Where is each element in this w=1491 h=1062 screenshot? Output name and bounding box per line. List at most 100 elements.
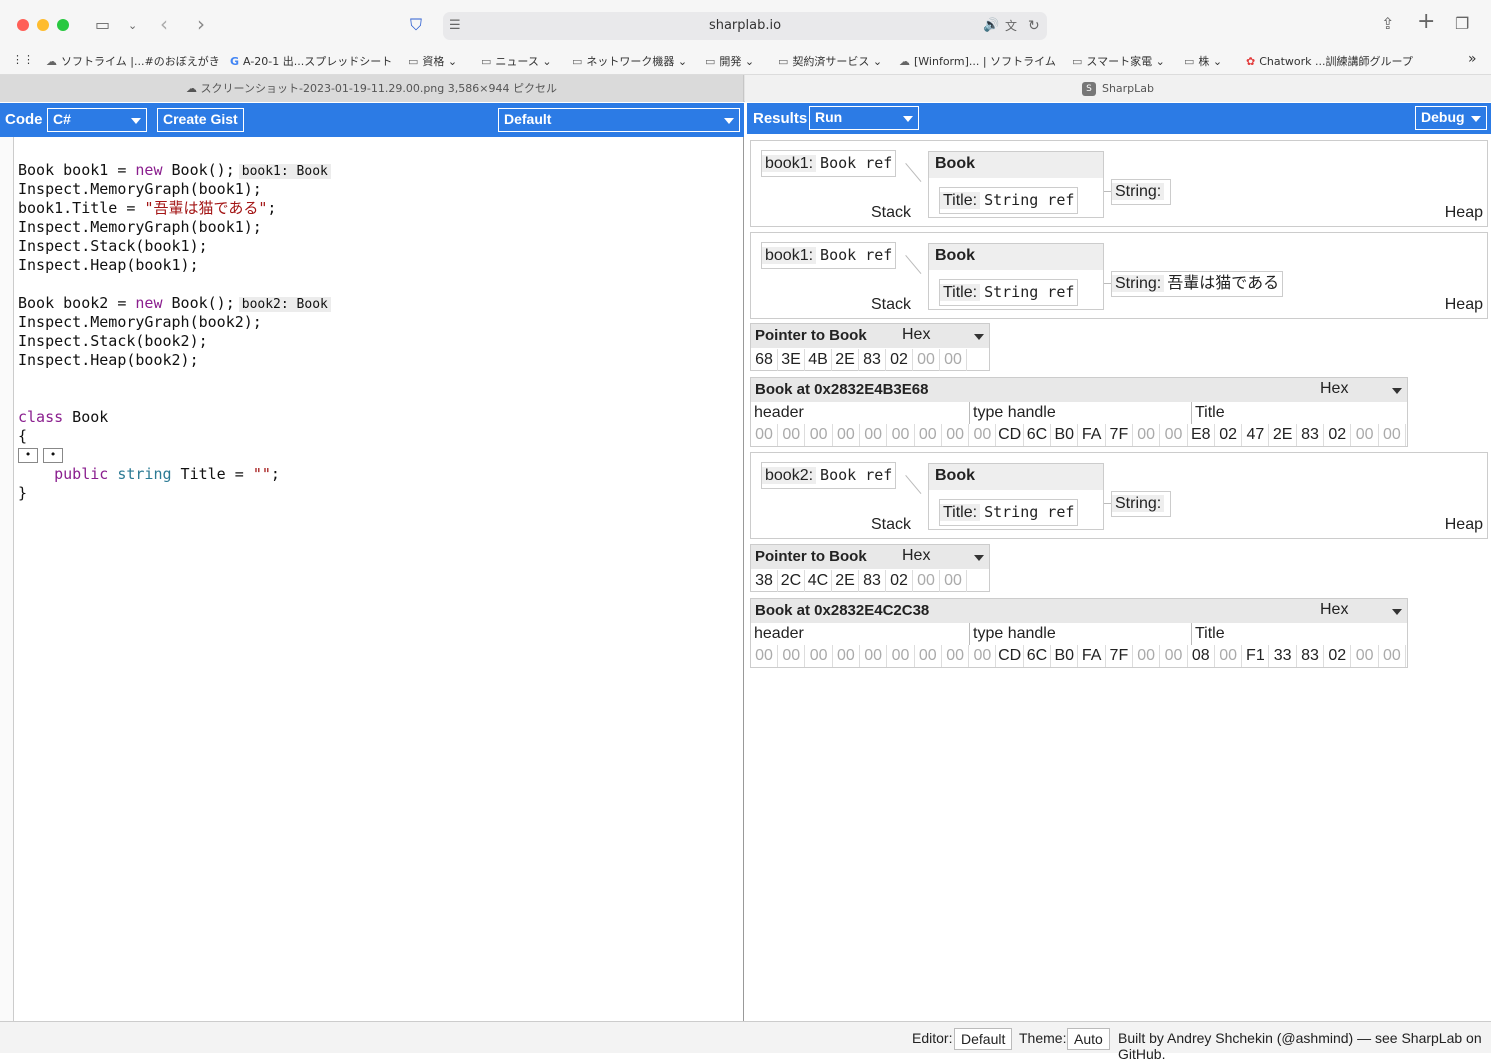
tab-overview-icon[interactable]: ❐	[1455, 14, 1469, 34]
memory-byte: 00	[860, 645, 888, 667]
translate-icon[interactable]: 文	[1005, 16, 1017, 36]
memory-byte: 00	[942, 645, 970, 667]
shield-icon[interactable]: ⛉	[410, 15, 422, 35]
code-token: class	[18, 408, 64, 426]
new-tab-icon[interactable]: +	[1417, 11, 1435, 33]
share-icon[interactable]: ⇪	[1381, 14, 1394, 34]
bookmark-folder[interactable]: ▭ ニュース ⌄	[481, 53, 552, 69]
bookmark-folder[interactable]: ▭ 株 ⌄	[1184, 53, 1222, 69]
memory-byte: 00	[1352, 424, 1379, 446]
sidebar-toggle-icon[interactable]: ▭	[95, 15, 110, 35]
bookmark-item[interactable]: ☁ ソフトライム |...#のおぼえがき	[46, 53, 220, 69]
code-line: Inspect.MemoryGraph(book1);	[18, 218, 331, 237]
bookmark-item[interactable]: ☁ [Winform]... | ソフトライム	[899, 53, 1056, 69]
bookmark-folder[interactable]: ▭ 資格 ⌄	[408, 53, 457, 69]
code-line: }	[18, 484, 331, 503]
bookmark-label: ニュース	[495, 55, 539, 68]
memory-byte: 00	[806, 424, 833, 446]
memory-byte: 83	[859, 349, 886, 371]
format-select[interactable]: Hex	[902, 326, 930, 344]
code-line: Inspect.Heap(book1);	[18, 256, 331, 275]
tab-sharplab[interactable]: S SharpLab	[745, 75, 1491, 102]
stack-label: Stack	[871, 204, 912, 221]
code-token: Book book1 =	[18, 161, 136, 179]
zoom-window-button[interactable]	[57, 19, 69, 31]
pointer-title: Pointer to Book	[755, 548, 867, 565]
folder-icon: ▭	[1072, 55, 1083, 68]
speaker-icon[interactable]: 🔊	[983, 16, 999, 36]
mode-select[interactable]: Run	[809, 106, 919, 130]
tab-label: SharpLab	[1101, 82, 1155, 95]
tab-screenshot[interactable]: ☁ スクリーンショット-2023-01-19-11.29.00.png 3,58…	[0, 75, 744, 102]
close-window-button[interactable]	[17, 19, 29, 31]
bookmark-folder[interactable]: ▭ 開発 ⌄	[705, 53, 754, 69]
more-bookmarks-icon[interactable]: »	[1468, 51, 1477, 67]
cloud-icon: ☁	[46, 55, 57, 68]
forward-icon[interactable]: ›	[197, 14, 205, 34]
stack-label: Stack	[871, 296, 912, 313]
branch-select[interactable]: Default	[498, 108, 740, 132]
fold-marker[interactable]: •	[43, 448, 63, 463]
memory-byte: CD	[997, 645, 1024, 667]
memory-byte: CD	[997, 424, 1024, 446]
folder-icon: ▭	[705, 55, 716, 68]
code-token: Book	[63, 408, 109, 426]
bookmark-label: 契約済サービス	[792, 55, 870, 68]
memory-byte: 6C	[1024, 424, 1051, 446]
field-header: type handle	[973, 625, 1056, 642]
chevron-down-icon[interactable]	[1392, 609, 1402, 615]
field-header: type handle	[973, 404, 1056, 421]
pointer-view: Pointer to Book Hex 38 2C 4C 2E 83 02 00 00	[750, 544, 990, 592]
language-value: C#	[53, 111, 71, 127]
memory-byte: 02	[1324, 645, 1352, 667]
format-select[interactable]: Hex	[1320, 380, 1348, 398]
folder-icon: ▭	[572, 55, 583, 68]
code-line: Inspect.MemoryGraph(book2);	[18, 313, 331, 332]
bookmark-folder[interactable]: ▭ ネットワーク機器 ⌄	[572, 53, 687, 69]
code-editor[interactable]: Book book1 = new Book(); book1: Book Inspe…	[0, 137, 744, 1021]
chevron-down-icon[interactable]	[974, 555, 984, 561]
reload-icon[interactable]: ↻	[1028, 16, 1040, 36]
format-select[interactable]: Hex	[902, 547, 930, 565]
minimize-window-button[interactable]	[37, 19, 49, 31]
memory-byte: 2E	[832, 570, 859, 592]
fold-marker[interactable]: •	[18, 448, 38, 463]
variable-name: book1:	[762, 247, 817, 264]
apps-grid-icon[interactable]: ⋮⋮	[12, 53, 34, 66]
create-gist-button[interactable]: Create Gist	[157, 108, 244, 132]
bookmark-folder[interactable]: ▭ 契約済サービス ⌄	[778, 53, 882, 69]
credit-text: Built by Andrey Shchekin (@ashmind) — se…	[1118, 1030, 1482, 1062]
results-panel: book1: Book ref Stack Heap Book Title: String …	[747, 134, 1491, 1021]
format-select[interactable]: Hex	[1320, 601, 1348, 619]
folder-icon: ▭	[1184, 55, 1195, 68]
code-token: Title =	[171, 465, 253, 483]
memory-byte: 4C	[805, 570, 832, 592]
string-object: String:	[1111, 179, 1172, 205]
language-select[interactable]: C#	[47, 108, 147, 132]
bookmark-folder[interactable]: ▭ スマート家電 ⌄	[1072, 53, 1165, 69]
chevron-down-icon[interactable]: ⌄	[128, 16, 137, 36]
chevron-down-icon[interactable]	[1392, 388, 1402, 394]
config-select[interactable]: Debug	[1415, 106, 1487, 130]
bookmark-item[interactable]: ✿ Chatwork ...訓練講師グループ	[1246, 53, 1413, 69]
memory-byte: 00	[751, 424, 778, 446]
memory-byte: 00	[915, 424, 942, 446]
code-content[interactable]: Book book1 = new Book(); book1: Book Inspe…	[18, 161, 331, 503]
string-object: String: 吾輩は猫である	[1111, 271, 1284, 297]
folder-icon: ▭	[408, 55, 419, 68]
pointer-view: Pointer to Book Hex 68 3E 4B 2E 83 02 00 00	[750, 323, 990, 371]
chevron-down-icon[interactable]	[974, 334, 984, 340]
cloud-icon: ☁	[899, 55, 910, 68]
code-line: Inspect.Stack(book2);	[18, 332, 331, 351]
address-bar[interactable]: ☰ sharplab.io 🔊 文 ↻	[443, 12, 1047, 40]
memory-graph: book1: Book ref Stack Heap Book Title: String …	[750, 232, 1488, 319]
chevron-down-icon	[1471, 116, 1481, 122]
memory-byte: 00	[806, 645, 833, 667]
memory-byte: 00	[1215, 645, 1243, 667]
theme-button[interactable]: Auto	[1067, 1028, 1110, 1050]
bookmark-item[interactable]: G A-20-1 出...スプレッドシート	[230, 53, 392, 69]
back-icon[interactable]: ‹	[160, 14, 168, 34]
memory-byte: 2C	[778, 570, 805, 592]
editor-mode-button[interactable]: Default	[954, 1028, 1013, 1050]
